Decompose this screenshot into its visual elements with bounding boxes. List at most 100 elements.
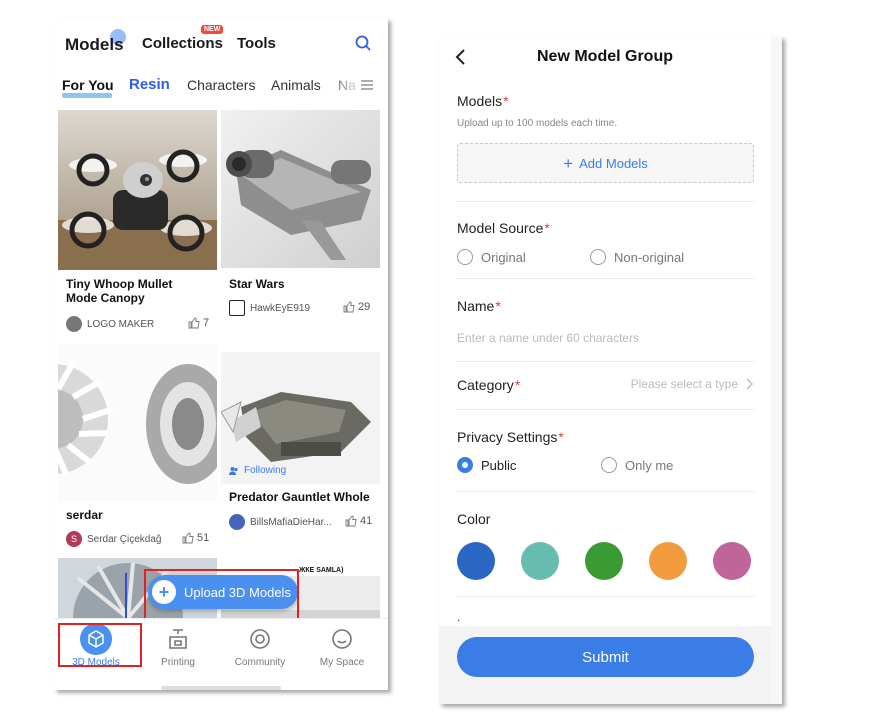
radio-circle [457, 249, 473, 265]
tab-models[interactable]: Models [65, 35, 124, 55]
author-name: HawkEyE919 [250, 302, 311, 314]
category-fade [324, 72, 364, 100]
category-for-you[interactable]: For You [62, 77, 114, 93]
header: New Model Group [439, 36, 771, 78]
page-title: New Model Group [537, 48, 673, 65]
radio-circle-selected [457, 457, 473, 473]
avatar [229, 300, 245, 316]
card-author[interactable]: HawkEyE919 [229, 300, 310, 316]
category-placeholder: Please select a type [630, 377, 738, 391]
radio-label: Only me [625, 457, 674, 473]
card-title: Star Wars [229, 277, 285, 291]
category-tabs: For You Resin Characters Animals Na [54, 72, 388, 100]
model-thumbnail [221, 110, 380, 268]
chevron-right-icon [746, 378, 753, 390]
divider [457, 409, 754, 410]
model-card[interactable]: serdar S Serdar Çiçekdağ 51 [58, 344, 217, 554]
search-icon[interactable] [355, 35, 371, 51]
smile-icon [332, 629, 352, 649]
card-author[interactable]: LOGO MAKER [66, 316, 154, 332]
tab-printing[interactable]: Printing [138, 627, 218, 668]
card-title: Tiny Whoop Mullet [66, 277, 173, 291]
tab-my-space[interactable]: My Space [302, 627, 382, 668]
model-thumbnail [58, 344, 217, 502]
card-author[interactable]: S Serdar Çiçekdağ [66, 531, 161, 547]
users-icon [229, 466, 238, 475]
card-title-line2: Mode Canopy [66, 291, 145, 305]
name-label: Name* [457, 298, 501, 314]
tab-community[interactable]: Community [220, 627, 300, 668]
new-model-group-screen: New Model Group Models* Upload up to 100… [439, 36, 782, 704]
author-name: Serdar Çiçekdağ [87, 533, 162, 545]
like-button[interactable]: 29 [343, 301, 370, 313]
like-button[interactable]: 7 [188, 317, 209, 329]
community-icon [250, 629, 270, 649]
color-swatch-blue[interactable] [457, 542, 495, 580]
privacy-only-me-radio[interactable]: Only me [601, 457, 673, 473]
model-card[interactable]: Star Wars HawkEyE919 29 [221, 110, 380, 325]
model-thumbnail [58, 110, 217, 270]
new-badge: NEW [201, 25, 224, 34]
avatar: S [66, 531, 82, 547]
card-author[interactable]: BillsMafiaDieHar... [229, 514, 332, 530]
card-title: serdar [66, 508, 103, 522]
divider [457, 596, 754, 597]
add-models-label: Add Models [579, 155, 648, 171]
color-swatch-orange[interactable] [649, 542, 687, 580]
color-swatch-teal[interactable] [521, 542, 559, 580]
color-swatch-green[interactable] [585, 542, 623, 580]
model-card[interactable]: Following Predator Gauntlet Whole BillsM… [221, 330, 380, 558]
avatar [66, 316, 82, 332]
truncated-field: . [457, 610, 461, 624]
tab-collections[interactable]: Collections [142, 35, 223, 52]
tab-label: Community [234, 657, 286, 668]
like-count: 29 [358, 301, 371, 313]
divider [457, 201, 754, 202]
active-category-underline [62, 93, 112, 98]
plus-icon: + [563, 153, 574, 173]
source-non-original-radio[interactable]: Non-original [590, 249, 684, 265]
printer-icon [169, 629, 187, 649]
thumbnail-caption: ЖКE SAMLA) [299, 567, 344, 574]
thumbs-up-icon [182, 532, 194, 544]
model-source-label: Model Source* [457, 220, 550, 236]
thumbs-up-icon [345, 515, 357, 527]
menu-icon[interactable] [360, 78, 374, 92]
model-card[interactable]: Tiny Whoop Mullet Mode Canopy LOGO MAKER… [58, 110, 217, 340]
highlight-upload-box [144, 569, 299, 625]
card-title: Predator Gauntlet Whole [229, 490, 370, 504]
category-animals[interactable]: Animals [271, 77, 321, 93]
radio-label: Non-original [614, 249, 685, 265]
privacy-public-radio[interactable]: Public [457, 457, 516, 473]
explore-screen: Models Collections NEW Tools For You Res… [54, 18, 388, 690]
top-nav: Models Collections NEW Tools [54, 18, 388, 68]
tab-tools[interactable]: Tools [237, 35, 276, 52]
home-indicator [161, 686, 281, 690]
submit-button[interactable]: Submit [457, 637, 754, 677]
thumbs-up-icon [343, 301, 355, 313]
form-panel: New Model Group Models* Upload up to 100… [439, 36, 771, 704]
radio-circle [601, 457, 617, 473]
category-resin[interactable]: Resin [129, 76, 170, 93]
color-label: Color [457, 511, 491, 527]
author-name: LOGO MAKER [87, 318, 155, 330]
author-name: BillsMafiaDieHar... [250, 516, 332, 528]
thumbs-up-icon [188, 317, 200, 329]
like-button[interactable]: 41 [345, 515, 372, 527]
category-characters[interactable]: Characters [187, 77, 255, 93]
add-models-button[interactable]: + Add Models [457, 143, 754, 183]
tab-label: My Space [319, 657, 365, 668]
category-select[interactable]: Please select a type [631, 377, 753, 391]
tab-label: Printing [161, 657, 195, 668]
privacy-settings-label: Privacy Settings* [457, 429, 564, 445]
category-label: Category* [457, 377, 521, 393]
source-original-radio[interactable]: Original [457, 249, 526, 265]
name-input[interactable]: Enter a name under 60 characters [457, 331, 639, 345]
like-button[interactable]: 51 [182, 532, 209, 544]
models-label: Models* [457, 93, 509, 109]
color-swatch-pink[interactable] [713, 542, 751, 580]
like-count: 7 [203, 317, 210, 329]
models-hint: Upload up to 100 models each time. [457, 118, 618, 129]
radio-label: Original [481, 249, 526, 265]
radio-circle [590, 249, 606, 265]
